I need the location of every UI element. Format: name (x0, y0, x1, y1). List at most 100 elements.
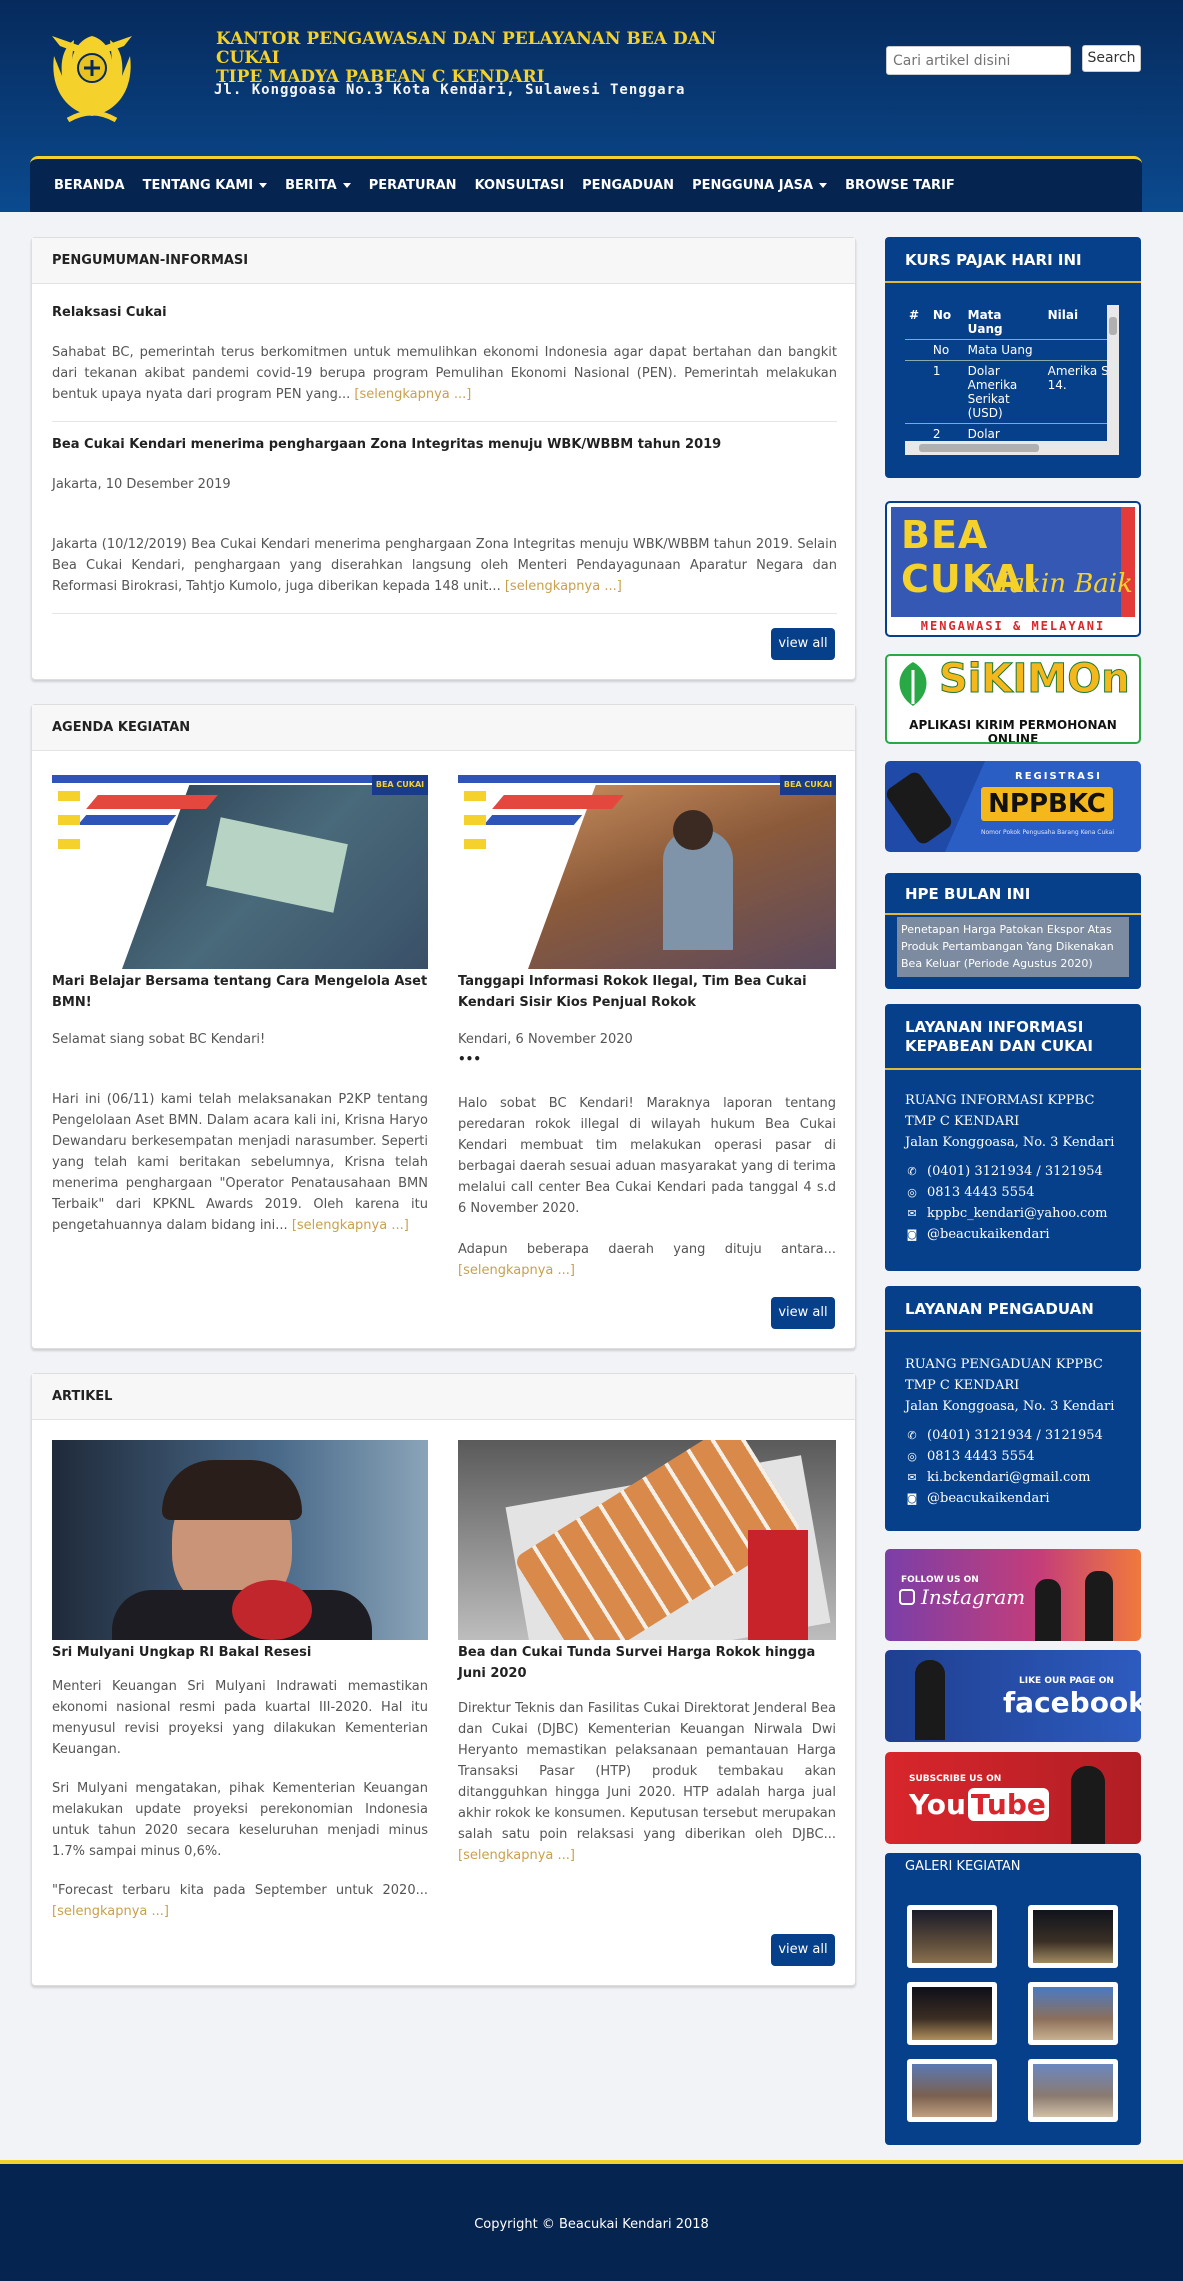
read-more-link[interactable]: [selengkapnya ...] (505, 579, 622, 594)
article-title[interactable]: Sri Mulyani Ungkap RI Bakal Resesi (52, 1642, 311, 1663)
email-row[interactable]: ✉ ki.bckendari@gmail.com (905, 1467, 1121, 1488)
phone-text: (0401) 3121934 / 3121954 (927, 1428, 1103, 1443)
article-title[interactable]: Bea dan Cukai Tunda Survei Harga Rokok h… (458, 1642, 836, 1684)
horizontal-scrollbar[interactable] (905, 441, 1119, 455)
whatsapp-icon: ◎ (907, 1186, 917, 1199)
panel-heading: ARTIKEL (32, 1374, 855, 1420)
whatsapp-text: 0813 4443 5554 (927, 1185, 1035, 1200)
kurs-table-scroll[interactable]: # No Mata Uang Nilai No Mata Uang 1 Dola… (905, 305, 1119, 455)
whatsapp-row[interactable]: ◎ 0813 4443 5554 (905, 1446, 1121, 1467)
widget-heading: KURS PAJAK HARI INI (885, 237, 1141, 283)
flag-image-alt: Amerika S (1047, 364, 1109, 378)
nav-browse-tarif[interactable]: BROWSE TARIF (845, 178, 955, 193)
bea-cukai-makin-baik-banner[interactable]: BEA CUKAI Makin Baik MENGAWASI & MELAYAN… (885, 501, 1141, 637)
vertical-scrollbar[interactable] (1107, 305, 1119, 441)
article-image-2[interactable] (458, 1440, 836, 1640)
phone-row[interactable]: ✆ (0401) 3121934 / 3121954 (905, 1161, 1121, 1182)
whatsapp-row[interactable]: ◎ 0813 4443 5554 (905, 1182, 1121, 1203)
nav-label: PENGADUAN (582, 178, 675, 193)
nav-pengaduan[interactable]: PENGADUAN (582, 178, 674, 193)
article-paragraph: Direktur Teknis dan Fasilitas Cukai Dire… (458, 1698, 836, 1866)
agenda-image-1[interactable]: BEA CUKAI (52, 775, 428, 969)
kurs-value: 14. (1047, 378, 1067, 392)
customs-emblem-logo[interactable] (44, 16, 140, 128)
divider (52, 613, 837, 614)
article-panel: ARTIKEL Sri Mulyani Ungkap RI Bakal Rese… (31, 1373, 856, 1986)
leaf-icon (899, 662, 927, 706)
view-all-button[interactable]: view all (771, 628, 835, 660)
main-nav: BERANDA TENTANG KAMI BERITA PERATURAN KO… (30, 156, 1142, 212)
instagram-row[interactable]: ◙ @beacukaikendari (905, 1488, 1121, 1509)
nppbkc-text: NPPBKC (981, 787, 1113, 821)
read-more-link[interactable]: [selengkapnya ...] (52, 1904, 169, 1919)
announcement-title[interactable]: Relaksasi Cukai (52, 302, 167, 323)
envelope-icon: ✉ (907, 1207, 917, 1220)
search-button[interactable]: Search (1082, 45, 1141, 72)
gallery-thumbnail[interactable] (907, 1982, 997, 2045)
contact-line: RUANG PENGADUAN KPPBC TMP C KENDARI (905, 1357, 1103, 1393)
nppbkc-banner[interactable]: REGISTRASI NPPBKC Nomor Pokok Pengusaha … (885, 761, 1141, 852)
excerpt-text: Direktur Teknis dan Fasilitas Cukai Dire… (458, 1701, 836, 1842)
hpe-link[interactable]: Penetapan Harga Patokan Ekspor Atas Prod… (897, 917, 1129, 977)
search-input[interactable] (886, 46, 1071, 75)
gallery-thumbnail[interactable] (907, 1905, 997, 1968)
nav-peraturan[interactable]: PERATURAN (369, 178, 457, 193)
col-hash: # (909, 308, 920, 322)
envelope-icon: ✉ (907, 1471, 917, 1484)
sikimon-subtitle: APLIKASI KIRIM PERMOHONAN ONLINE (909, 718, 1117, 744)
agenda-panel: AGENDA KEGIATAN BEA CUKAI Mari Belajar B… (31, 704, 856, 1349)
excerpt-text: Adapun beberapa daerah yang dituju antar… (458, 1242, 836, 1257)
mascot-figure (1035, 1579, 1061, 1641)
phone-row[interactable]: ✆ (0401) 3121934 / 3121954 (905, 1425, 1121, 1446)
gallery-thumbnail[interactable] (1028, 1982, 1118, 2045)
nav-tentang-kami[interactable]: TENTANG KAMI (143, 178, 268, 193)
mascot-figure (915, 1660, 945, 1740)
phone-text: (0401) 3121934 / 3121954 (927, 1164, 1103, 1179)
nav-konsultasi[interactable]: KONSULTASI (475, 178, 565, 193)
nav-beranda[interactable]: BERANDA (54, 178, 125, 193)
email-text: ki.bckendari@gmail.com (927, 1470, 1091, 1485)
sikimon-banner[interactable]: SiKIMOn APLIKASI KIRIM PERMOHONAN ONLINE (885, 654, 1141, 744)
cell (905, 340, 929, 361)
stamp-icon (885, 769, 955, 847)
whatsapp-icon: ◎ (907, 1450, 917, 1463)
office-title: KANTOR PENGAWASAN DAN PELAYANAN BEA DAN … (216, 30, 776, 87)
widget-heading: HPE BULAN INI (885, 873, 1141, 915)
agenda-date: Kendari, 6 November 2020 (458, 1032, 633, 1047)
facebook-banner[interactable]: LIKE OUR PAGE ON facebook (885, 1650, 1141, 1742)
read-more-link[interactable]: [selengkapnya ...] (354, 387, 471, 402)
gallery-thumbnail[interactable] (1028, 1905, 1118, 1968)
mascot-figure (1071, 1766, 1105, 1844)
like-our-page-text: LIKE OUR PAGE ON (1019, 1676, 1114, 1686)
read-more-link[interactable]: [selengkapnya ...] (458, 1848, 575, 1863)
agenda-title[interactable]: Mari Belajar Bersama tentang Cara Mengel… (52, 971, 428, 1013)
announcement-title[interactable]: Bea Cukai Kendari menerima penghargaan Z… (52, 434, 721, 455)
nppbkc-subtitle: Nomor Pokok Pengusaha Barang Kena Cukai (981, 829, 1115, 836)
read-more-link[interactable]: [selengkapnya ...] (292, 1218, 409, 1233)
instagram-row[interactable]: ◙ @beacukaikendari (905, 1224, 1121, 1245)
instagram-banner[interactable]: FOLLOW US ON Instagram (885, 1549, 1141, 1641)
site-footer: Copyright © Beacukai Kendari 2018 (0, 2160, 1183, 2281)
announcement-date: Jakarta, 10 Desember 2019 (52, 477, 231, 492)
view-all-button[interactable]: view all (771, 1934, 835, 1966)
col-no: No (932, 308, 952, 322)
article-paragraph: Menteri Keuangan Sri Mulyani Indrawati m… (52, 1679, 428, 1757)
you-text: You (909, 1788, 966, 1821)
article-image-1[interactable] (52, 1440, 428, 1640)
youtube-banner[interactable]: SUBSCRIBE US ON You Tube (885, 1752, 1141, 1844)
copyright-text: Copyright © Beacukai Kendari 2018 (474, 2217, 709, 2232)
nav-pengguna-jasa[interactable]: PENGGUNA JASA (692, 178, 828, 193)
instagram-logo-icon (899, 1589, 915, 1605)
announcement-excerpt: Sahabat BC, pemerintah terus berkomitmen… (52, 342, 837, 405)
view-all-button[interactable]: view all (771, 1297, 835, 1329)
agenda-image-2[interactable]: BEA CUKAI (458, 775, 836, 969)
email-row[interactable]: ✉ kppbc_kendari@yahoo.com (905, 1203, 1121, 1224)
gallery-thumbnail[interactable] (1028, 2059, 1118, 2122)
mascot-figure (1085, 1571, 1113, 1641)
caret-down-icon (342, 183, 351, 188)
agenda-title[interactable]: Tanggapi Informasi Rokok Ilegal, Tim Bea… (458, 971, 836, 1013)
read-more-link[interactable]: [selengkapnya ...] (458, 1263, 575, 1278)
nav-berita[interactable]: BERITA (285, 178, 351, 193)
phone-icon: ✆ (907, 1165, 917, 1178)
gallery-thumbnail[interactable] (907, 2059, 997, 2122)
